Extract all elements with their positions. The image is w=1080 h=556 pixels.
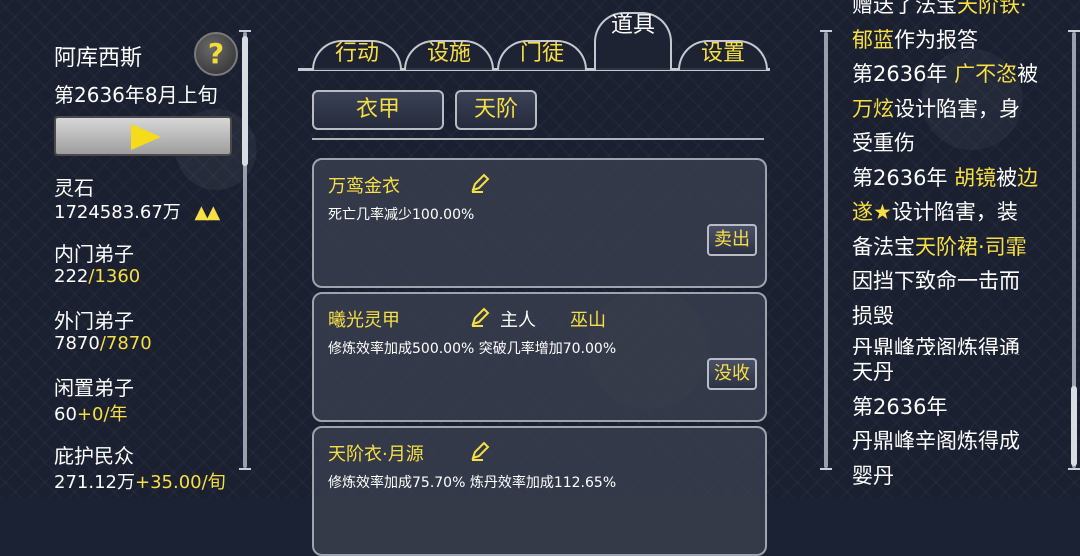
- log-line: 丹鼎峰辛阁炼得成: [852, 429, 1020, 453]
- log-line: 赠送了法宝天阶铁·: [852, 0, 1027, 17]
- tab-settings[interactable]: 设置: [678, 36, 768, 70]
- edit-pencil-icon[interactable]: [469, 172, 491, 194]
- log-line: 天丹: [852, 360, 894, 384]
- play-icon: [131, 124, 161, 150]
- left-scrollbar-thumb[interactable]: [242, 36, 248, 166]
- inner-disciples-value: 222/1360: [54, 266, 141, 287]
- log-scrollbar[interactable]: [820, 30, 832, 470]
- item-card[interactable]: 天阶衣·月源 修炼效率加成75.70% 炼丹效率加成112.65%: [312, 426, 767, 556]
- log-line: 婴丹: [852, 463, 894, 488]
- tab-actions[interactable]: 行动: [312, 36, 402, 70]
- trend-up-icon: ▲▲: [194, 202, 221, 223]
- sect-name: 阿库西斯: [54, 46, 143, 71]
- log-line: 第2636年 广不恣被: [852, 62, 1039, 86]
- idle-disciples-label: 闲置弟子: [54, 376, 134, 400]
- owner-name[interactable]: 巫山: [570, 306, 606, 332]
- outer-disciples-value: 7870/7870: [54, 333, 152, 354]
- current-date: 第2636年8月上旬: [54, 83, 218, 107]
- subtab-divider: [312, 138, 764, 140]
- item-card[interactable]: 万鸾金衣 死亡几率减少100.00% 卖出: [312, 158, 767, 288]
- spirit-stone-label: 灵石: [54, 176, 94, 200]
- item-name: 万鸾金衣: [328, 176, 400, 197]
- log-line: 丹鼎峰茂阁炼得通: [852, 336, 1020, 355]
- log-line: 郁蓝作为报答: [852, 27, 978, 52]
- item-card[interactable]: 曦光灵甲 主人 巫山 修炼效率加成500.00% 突破几率增加70.00% 没收: [312, 292, 767, 422]
- log-scrollbar-thumb[interactable]: [1071, 386, 1077, 466]
- spirit-stone-value: 1724583.67万 ▲▲: [54, 202, 221, 223]
- item-effect: 修炼效率加成500.00% 突破几率增加70.00%: [328, 341, 617, 357]
- left-scrollbar[interactable]: [239, 30, 251, 470]
- sell-button[interactable]: 卖出: [707, 224, 757, 256]
- log-scrollbar-right[interactable]: [1068, 30, 1080, 470]
- log-line: 第2636年 胡镜被边: [852, 165, 1039, 190]
- advance-time-button[interactable]: [54, 116, 232, 156]
- confiscate-button[interactable]: 没收: [707, 358, 757, 390]
- log-line: 因挡下致命一击而: [852, 269, 1020, 293]
- subtab-heaven-tier[interactable]: 天阶: [455, 90, 537, 130]
- item-name: 天阶衣·月源: [328, 444, 424, 465]
- tab-items[interactable]: 道具: [594, 8, 672, 70]
- edit-pencil-icon[interactable]: [469, 440, 491, 462]
- sheltered-people-label: 庇护民众: [54, 444, 134, 468]
- idle-disciples-value: 60+0/年: [54, 404, 128, 425]
- item-name: 曦光灵甲: [328, 310, 400, 331]
- log-line: 万炫设计陷害，身: [852, 96, 1020, 121]
- sect-status-panel: 阿库西斯 ? 第2636年8月上旬 灵石 1724583.67万 ▲▲ 内门弟子…: [0, 0, 255, 498]
- subtab-armor[interactable]: 衣甲: [312, 90, 444, 130]
- edit-pencil-icon[interactable]: [469, 306, 491, 328]
- help-icon[interactable]: ?: [194, 32, 238, 76]
- log-line: 第2636年: [852, 394, 948, 419]
- log-line: 遂★设计陷害，装: [852, 200, 1018, 224]
- inner-disciples-label: 内门弟子: [54, 242, 134, 266]
- item-effect: 死亡几率减少100.00%: [328, 207, 475, 223]
- item-effect: 修炼效率加成75.70% 炼丹效率加成112.65%: [328, 475, 617, 491]
- tab-facilities[interactable]: 设施: [404, 36, 494, 70]
- event-log: 赠送了法宝天阶铁· 郁蓝作为报答 第2636年 广不恣被 万炫设计陷害，身 受重…: [852, 0, 1062, 493]
- tab-disciples[interactable]: 门徒: [497, 36, 587, 70]
- owner-label: 主人: [500, 310, 536, 331]
- log-line: 受重伤: [852, 131, 915, 155]
- log-line: 损毁: [852, 303, 894, 328]
- outer-disciples-label: 外门弟子: [54, 309, 134, 333]
- log-line: 备法宝天阶裙·司霏: [852, 234, 1027, 259]
- sheltered-people-value: 271.12万+35.00/旬: [54, 472, 226, 493]
